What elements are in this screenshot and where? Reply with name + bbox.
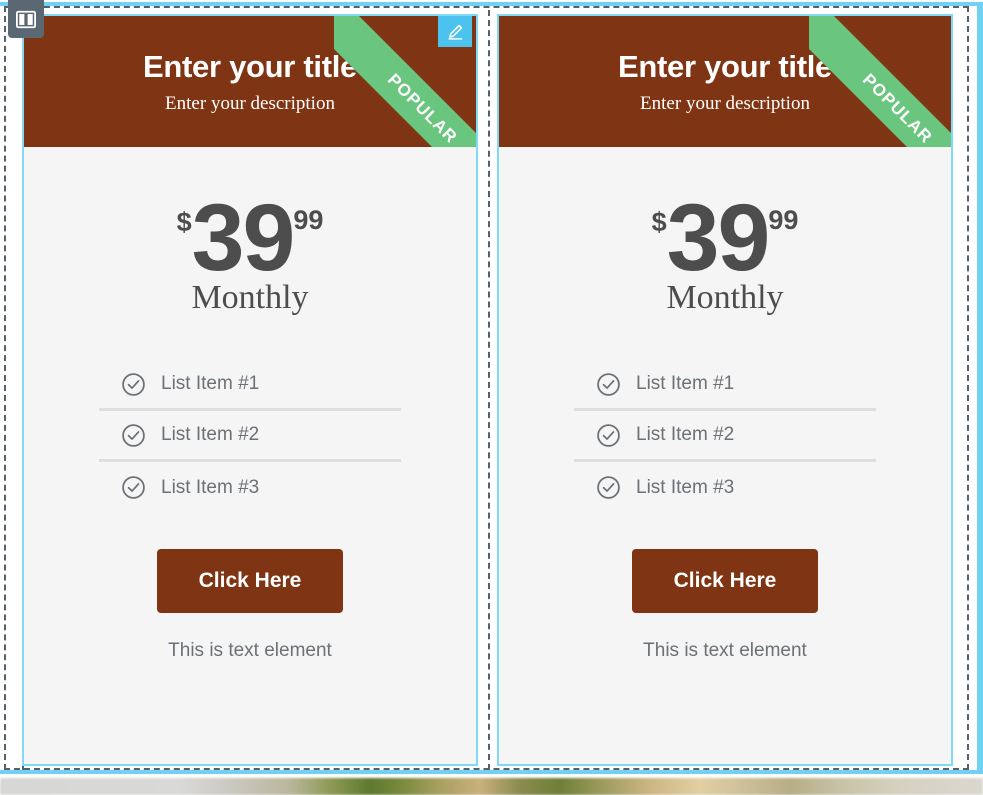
card-body-2: $ 39 99 Monthly List Item #1 List Item #… [499, 147, 951, 662]
feature-list-2: List Item #1 List Item #2 List Item #3 [517, 360, 933, 513]
columns-layout-icon [16, 10, 36, 28]
columns-container: Enter your title Enter your description … [14, 10, 964, 770]
check-circle-icon [596, 423, 636, 448]
background-photo-strip [0, 778, 983, 795]
price-period-1: Monthly [191, 279, 309, 317]
column-1[interactable]: Enter your title Enter your description … [14, 10, 478, 770]
cta-wrap-2: Click Here [517, 549, 933, 614]
card-subtitle-1[interactable]: Enter your description [24, 90, 476, 118]
pricing-card-1[interactable]: Enter your title Enter your description … [22, 14, 478, 766]
list-item[interactable]: List Item #2 [99, 411, 401, 463]
list-item-label: List Item #2 [161, 424, 260, 446]
price-block-1[interactable]: $ 39 99 Monthly [42, 147, 458, 318]
edit-pencil-button[interactable] [438, 16, 472, 47]
pencil-edit-icon [447, 24, 462, 40]
price-amount-1: 39 [191, 185, 296, 291]
price-row-2: $ 39 99 [651, 185, 799, 291]
page-canvas: Enter your title Enter your description … [0, 0, 983, 778]
list-item-label: List Item #3 [636, 476, 735, 498]
pricing-card-2[interactable]: Enter your title Enter your description … [497, 14, 953, 766]
price-currency-2: $ [651, 207, 667, 237]
card-header-2: Enter your title Enter your description … [499, 16, 951, 147]
price-currency-1: $ [176, 207, 192, 237]
list-item-label: List Item #1 [161, 373, 260, 395]
list-item-label: List Item #2 [636, 424, 735, 446]
check-circle-icon [121, 423, 161, 448]
price-amount-2: 39 [666, 185, 771, 291]
column-2-dashed-edge [488, 10, 490, 770]
list-item[interactable]: List Item #3 [99, 462, 401, 513]
column-2[interactable]: Enter your title Enter your description … [497, 10, 957, 770]
card-header-1: Enter your title Enter your description … [24, 16, 476, 147]
click-here-button[interactable]: Click Here [156, 549, 344, 614]
columns-layout-button[interactable] [8, 0, 44, 38]
price-period-2: Monthly [666, 279, 784, 317]
price-cents-2: 99 [768, 205, 799, 235]
card-title-2[interactable]: Enter your title [499, 48, 951, 86]
cta-wrap-1: Click Here [42, 549, 458, 614]
feature-list-1: List Item #1 List Item #2 List Item #3 [42, 360, 458, 513]
check-circle-icon [596, 372, 636, 397]
price-block-2[interactable]: $ 39 99 Monthly [517, 147, 933, 318]
check-circle-icon [121, 372, 161, 397]
list-item[interactable]: List Item #2 [574, 411, 876, 463]
list-item[interactable]: List Item #1 [99, 360, 401, 412]
card-title-1[interactable]: Enter your title [24, 48, 476, 86]
list-item[interactable]: List Item #1 [574, 360, 876, 412]
footer-text-2[interactable]: This is text element [517, 640, 933, 662]
check-circle-icon [596, 475, 636, 500]
footer-text-1[interactable]: This is text element [42, 640, 458, 662]
price-row-1: $ 39 99 [176, 185, 324, 291]
check-circle-icon [121, 475, 161, 500]
list-item[interactable]: List Item #3 [574, 462, 876, 513]
list-item-label: List Item #1 [636, 373, 735, 395]
card-subtitle-2[interactable]: Enter your description [499, 90, 951, 118]
card-body-1: $ 39 99 Monthly List Item #1 List Item #… [24, 147, 476, 662]
price-cents-1: 99 [293, 205, 324, 235]
click-here-button[interactable]: Click Here [631, 549, 819, 614]
list-item-label: List Item #3 [161, 476, 260, 498]
